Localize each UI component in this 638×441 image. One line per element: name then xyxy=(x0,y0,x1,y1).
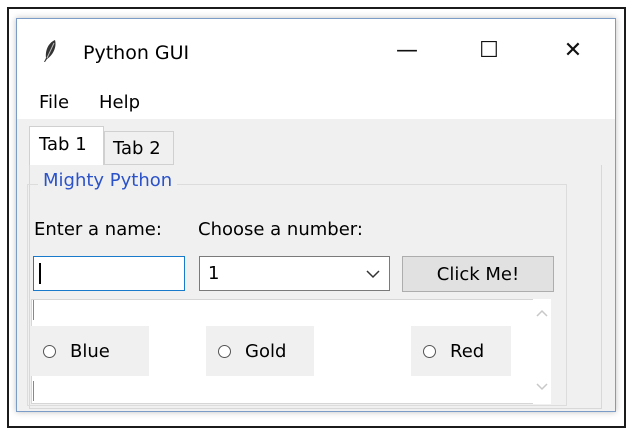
tab-2[interactable]: Tab 2 xyxy=(104,131,174,165)
title-bar[interactable]: Python GUI — ☐ ✕ xyxy=(17,19,615,83)
radio-circle-icon xyxy=(43,344,56,358)
tab-1[interactable]: Tab 1 xyxy=(29,126,104,166)
combobox-value: 1 xyxy=(208,263,220,284)
window-title: Python GUI xyxy=(83,42,190,64)
group-label: Mighty Python xyxy=(38,170,178,191)
minimize-button[interactable]: — xyxy=(367,27,447,73)
close-button[interactable]: ✕ xyxy=(533,27,613,73)
maximize-icon: ☐ xyxy=(479,37,499,63)
feather-icon xyxy=(44,40,56,62)
chevron-down-icon[interactable] xyxy=(366,267,380,281)
minimize-icon: — xyxy=(396,37,418,63)
radio-circle-icon xyxy=(218,344,231,358)
radio-label-gold: Gold xyxy=(245,340,287,362)
radio-circle-icon xyxy=(423,344,436,358)
radio-blue[interactable]: Blue xyxy=(31,326,149,376)
menu-file[interactable]: File xyxy=(39,92,69,113)
chevron-down-icon[interactable] xyxy=(535,381,549,393)
click-me-button[interactable]: Click Me! xyxy=(402,256,554,292)
maximize-button[interactable]: ☐ xyxy=(449,27,529,73)
number-combobox[interactable]: 1 xyxy=(199,256,390,291)
name-label: Enter a name: xyxy=(34,219,162,240)
scroll-area-caret-top xyxy=(33,300,34,320)
radio-label-red: Red xyxy=(450,340,485,362)
chevron-up-icon[interactable] xyxy=(535,307,549,319)
radio-red[interactable]: Red xyxy=(411,326,511,376)
radio-gold[interactable]: Gold xyxy=(206,326,314,376)
radio-label-blue: Blue xyxy=(70,340,110,362)
number-label: Choose a number: xyxy=(198,219,363,240)
name-input[interactable] xyxy=(33,256,185,291)
menu-help[interactable]: Help xyxy=(99,92,140,113)
menu-bar: File Help xyxy=(17,83,615,119)
scroll-area-caret-bottom xyxy=(33,381,34,401)
text-caret xyxy=(39,263,41,284)
vertical-scrollbar[interactable] xyxy=(533,299,551,404)
tab-bar: Tab 1 Tab 2 xyxy=(17,119,615,166)
close-icon: ✕ xyxy=(563,37,583,63)
